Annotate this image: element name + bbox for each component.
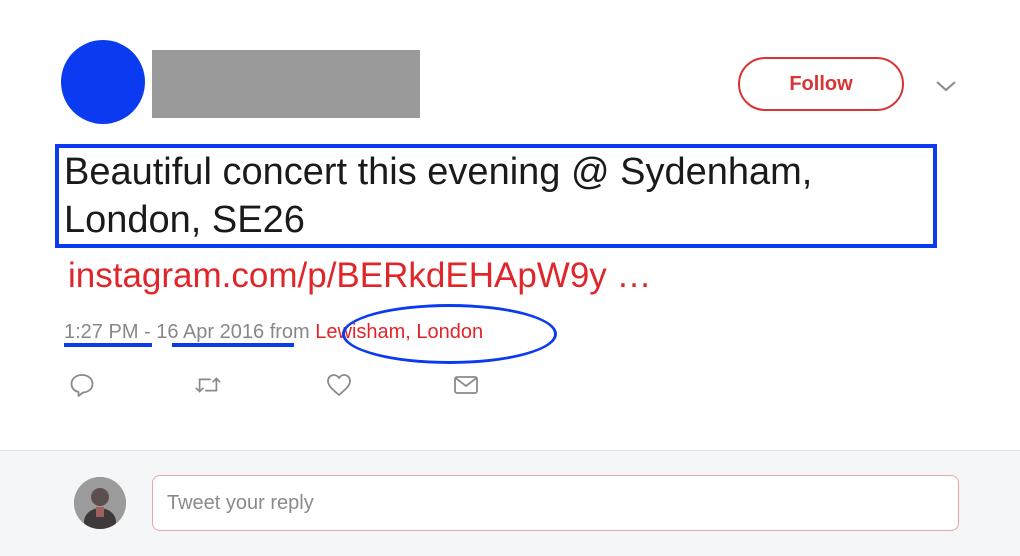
author-name-redacted [152,50,420,118]
like-icon[interactable] [325,371,353,399]
tweet-card: Follow Beautiful concert this evening @ … [0,0,1020,556]
message-icon[interactable] [452,371,480,399]
tweet-time[interactable]: 1:27 PM [64,318,138,346]
tweet-link[interactable]: instagram.com/p/BERkdEHApW9y … [68,254,652,298]
tweet-text-line-1: Beautiful concert this evening @ Sydenha… [64,151,813,193]
tweet-text: Beautiful concert this evening @ Sydenha… [64,148,944,244]
date-underline-annotation [172,343,294,347]
from-label: from [264,321,316,343]
author-avatar[interactable] [61,40,145,124]
time-underline-annotation [64,343,152,347]
retweet-icon[interactable] [194,371,222,399]
user-avatar [74,477,126,529]
follow-button[interactable]: Follow [738,57,904,111]
chevron-down-icon[interactable] [934,76,958,96]
location-ellipse-annotation [342,304,557,364]
reply-icon[interactable] [68,371,96,399]
tweet-text-line-2: London, SE26 [64,199,305,241]
reply-input[interactable] [152,475,959,531]
tweet-date[interactable]: 16 Apr 2016 [156,318,264,346]
meta-separator: - [138,321,157,343]
